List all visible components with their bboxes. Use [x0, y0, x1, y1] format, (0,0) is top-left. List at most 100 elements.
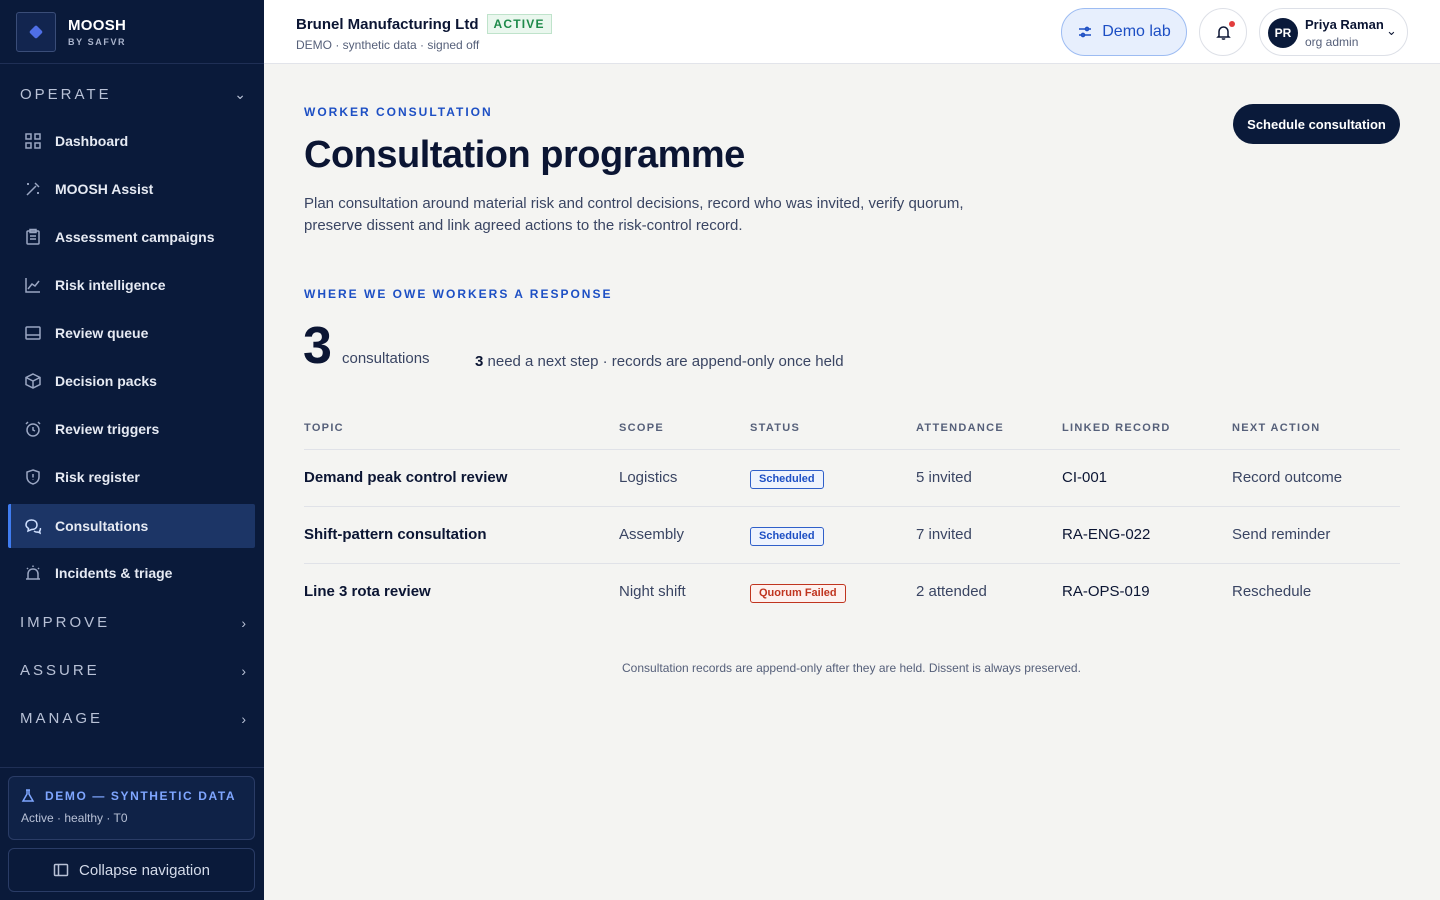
column-header-linked-record[interactable]: LINKED RECORD — [1062, 422, 1171, 434]
chevron-down-icon: ⌄ — [1386, 23, 1397, 38]
section-assure-label: ASSURE — [20, 662, 100, 679]
next-action-cell[interactable]: Reschedule — [1232, 583, 1311, 600]
section-operate-label: OPERATE — [20, 86, 112, 103]
column-header-attendance[interactable]: ATTENDANCE — [916, 422, 1004, 434]
sidebar-panel-icon — [53, 863, 69, 877]
consultation-count: 3 — [303, 317, 332, 375]
sidebar-item-label: Risk register — [55, 469, 140, 485]
sidebar-item-incidents-triage[interactable]: Incidents & triage — [8, 551, 255, 595]
sidebar-item-label: Incidents & triage — [55, 565, 173, 581]
package-icon — [24, 372, 42, 390]
status-badge: Scheduled — [750, 527, 824, 546]
top-header: Brunel Manufacturing Ltd ACTIVE DEMO · s… — [264, 0, 1440, 64]
inbox-icon — [24, 324, 42, 342]
brand-sub: BY SAFVR — [68, 36, 127, 47]
scope-cell: Logistics — [619, 469, 678, 486]
next-step-note: 3 need a next step · records are append-… — [475, 353, 844, 370]
demo-card-title: DEMO — SYNTHETIC DATA — [45, 789, 237, 803]
sidebar-item-dashboard[interactable]: Dashboard — [8, 119, 255, 163]
grid-icon — [24, 132, 42, 150]
sidebar-item-review-queue[interactable]: Review queue — [8, 311, 255, 355]
next-step-text: need a next step · records are append-on… — [487, 353, 844, 370]
sidebar-item-label: Review queue — [55, 325, 149, 341]
clipboard-icon — [24, 228, 42, 246]
attendance-cell: 7 invited — [916, 526, 972, 543]
sidebar-item-review-triggers[interactable]: Review triggers — [8, 407, 255, 451]
page-title: Consultation programme — [304, 134, 745, 176]
scope-cell: Night shift — [619, 583, 686, 600]
collapse-navigation-label: Collapse navigation — [79, 861, 210, 879]
attendance-cell: 5 invited — [916, 469, 972, 486]
table-divider — [304, 563, 1400, 564]
next-step-count: 3 — [475, 353, 484, 370]
section-manage[interactable]: MANAGE › — [20, 710, 246, 727]
topic-cell[interactable]: Line 3 rota review — [304, 583, 431, 600]
column-header-scope[interactable]: SCOPE — [619, 422, 664, 434]
linked-record-cell[interactable]: RA-OPS-019 — [1062, 583, 1150, 600]
org-sub: DEMO · synthetic data · signed off — [296, 38, 480, 52]
org-name: Brunel Manufacturing Ltd — [296, 15, 479, 33]
siren-icon — [24, 564, 42, 582]
sidebar-item-risk-register[interactable]: Risk register — [8, 455, 255, 499]
section-improve[interactable]: IMPROVE › — [20, 614, 246, 631]
chat-bubbles-icon — [24, 517, 42, 535]
sidebar-item-label: Dashboard — [55, 133, 129, 149]
shield-icon — [24, 468, 42, 486]
sidebar-item-label: Risk intelligence — [55, 277, 166, 293]
consultation-count-label: consultations — [342, 350, 430, 367]
column-header-next-action[interactable]: NEXT ACTION — [1232, 422, 1320, 434]
next-action-cell[interactable]: Record outcome — [1232, 469, 1342, 486]
brand[interactable]: MOOSH BY SAFVR — [0, 0, 264, 64]
notification-dot — [1229, 21, 1235, 27]
sidebar-divider — [0, 767, 264, 768]
chevron-right-icon: › — [241, 662, 246, 679]
sidebar-item-consultations[interactable]: Consultations — [8, 504, 255, 548]
line-chart-icon — [24, 276, 42, 294]
sidebar-item-label: Assessment campaigns — [55, 229, 215, 245]
sidebar-item-assessment-campaigns[interactable]: Assessment campaigns — [8, 215, 255, 259]
sidebar-item-label: Decision packs — [55, 373, 157, 389]
magic-wand-icon — [24, 180, 42, 198]
user-name: Priya Raman — [1305, 17, 1384, 32]
demo-card-sub: Active · healthy · T0 — [21, 811, 128, 825]
chevron-right-icon: › — [241, 614, 246, 631]
section-operate[interactable]: OPERATE ⌄ — [20, 86, 246, 103]
topic-cell[interactable]: Demand peak control review — [304, 469, 507, 486]
org-switcher[interactable]: Brunel Manufacturing Ltd ACTIVE — [296, 14, 552, 34]
linked-record-cell[interactable]: RA-ENG-022 — [1062, 526, 1150, 543]
notifications-button[interactable] — [1199, 8, 1247, 56]
section-manage-label: MANAGE — [20, 710, 104, 727]
stats-eyebrow: WHERE WE OWE WORKERS A RESPONSE — [304, 287, 613, 301]
linked-record-cell[interactable]: CI-001 — [1062, 469, 1107, 486]
section-assure[interactable]: ASSURE › — [20, 662, 246, 679]
user-menu-button[interactable]: PR Priya Raman org admin ⌄ — [1259, 8, 1408, 56]
avatar: PR — [1268, 18, 1298, 48]
flask-icon — [21, 789, 35, 802]
demo-lab-label: Demo lab — [1102, 23, 1171, 40]
page-description: Plan consultation around material risk a… — [304, 195, 964, 234]
topic-cell[interactable]: Shift-pattern consultation — [304, 526, 487, 543]
brand-name: MOOSH — [68, 16, 127, 34]
sidebar-item-label: Consultations — [55, 518, 149, 534]
column-header-status[interactable]: STATUS — [750, 422, 800, 434]
sidebar: MOOSH BY SAFVR OPERATE ⌄ Dashboard MOOSH… — [0, 0, 264, 900]
attendance-cell: 2 attended — [916, 583, 987, 600]
user-role: org admin — [1305, 35, 1359, 49]
sidebar-item-moosh-assist[interactable]: MOOSH Assist — [8, 167, 255, 211]
status-badge: Quorum Failed — [750, 584, 846, 603]
demo-lab-button[interactable]: Demo lab — [1061, 8, 1187, 56]
demo-status-card[interactable]: DEMO — SYNTHETIC DATA Active · healthy ·… — [8, 776, 255, 840]
sidebar-item-decision-packs[interactable]: Decision packs — [8, 359, 255, 403]
next-action-cell[interactable]: Send reminder — [1232, 526, 1330, 543]
column-header-topic[interactable]: TOPIC — [304, 422, 344, 434]
alarm-clock-icon — [24, 420, 42, 438]
status-badge: Scheduled — [750, 470, 824, 489]
sidebar-item-risk-intelligence[interactable]: Risk intelligence — [8, 263, 255, 307]
org-status-badge: ACTIVE — [486, 14, 552, 34]
brand-logo-icon — [16, 11, 56, 52]
schedule-consultation-button[interactable]: Schedule consultation — [1233, 104, 1400, 144]
sidebar-item-label: Review triggers — [55, 421, 160, 437]
collapse-navigation-button[interactable]: Collapse navigation — [8, 848, 255, 892]
scope-cell: Assembly — [619, 526, 685, 543]
table-divider — [304, 506, 1400, 507]
